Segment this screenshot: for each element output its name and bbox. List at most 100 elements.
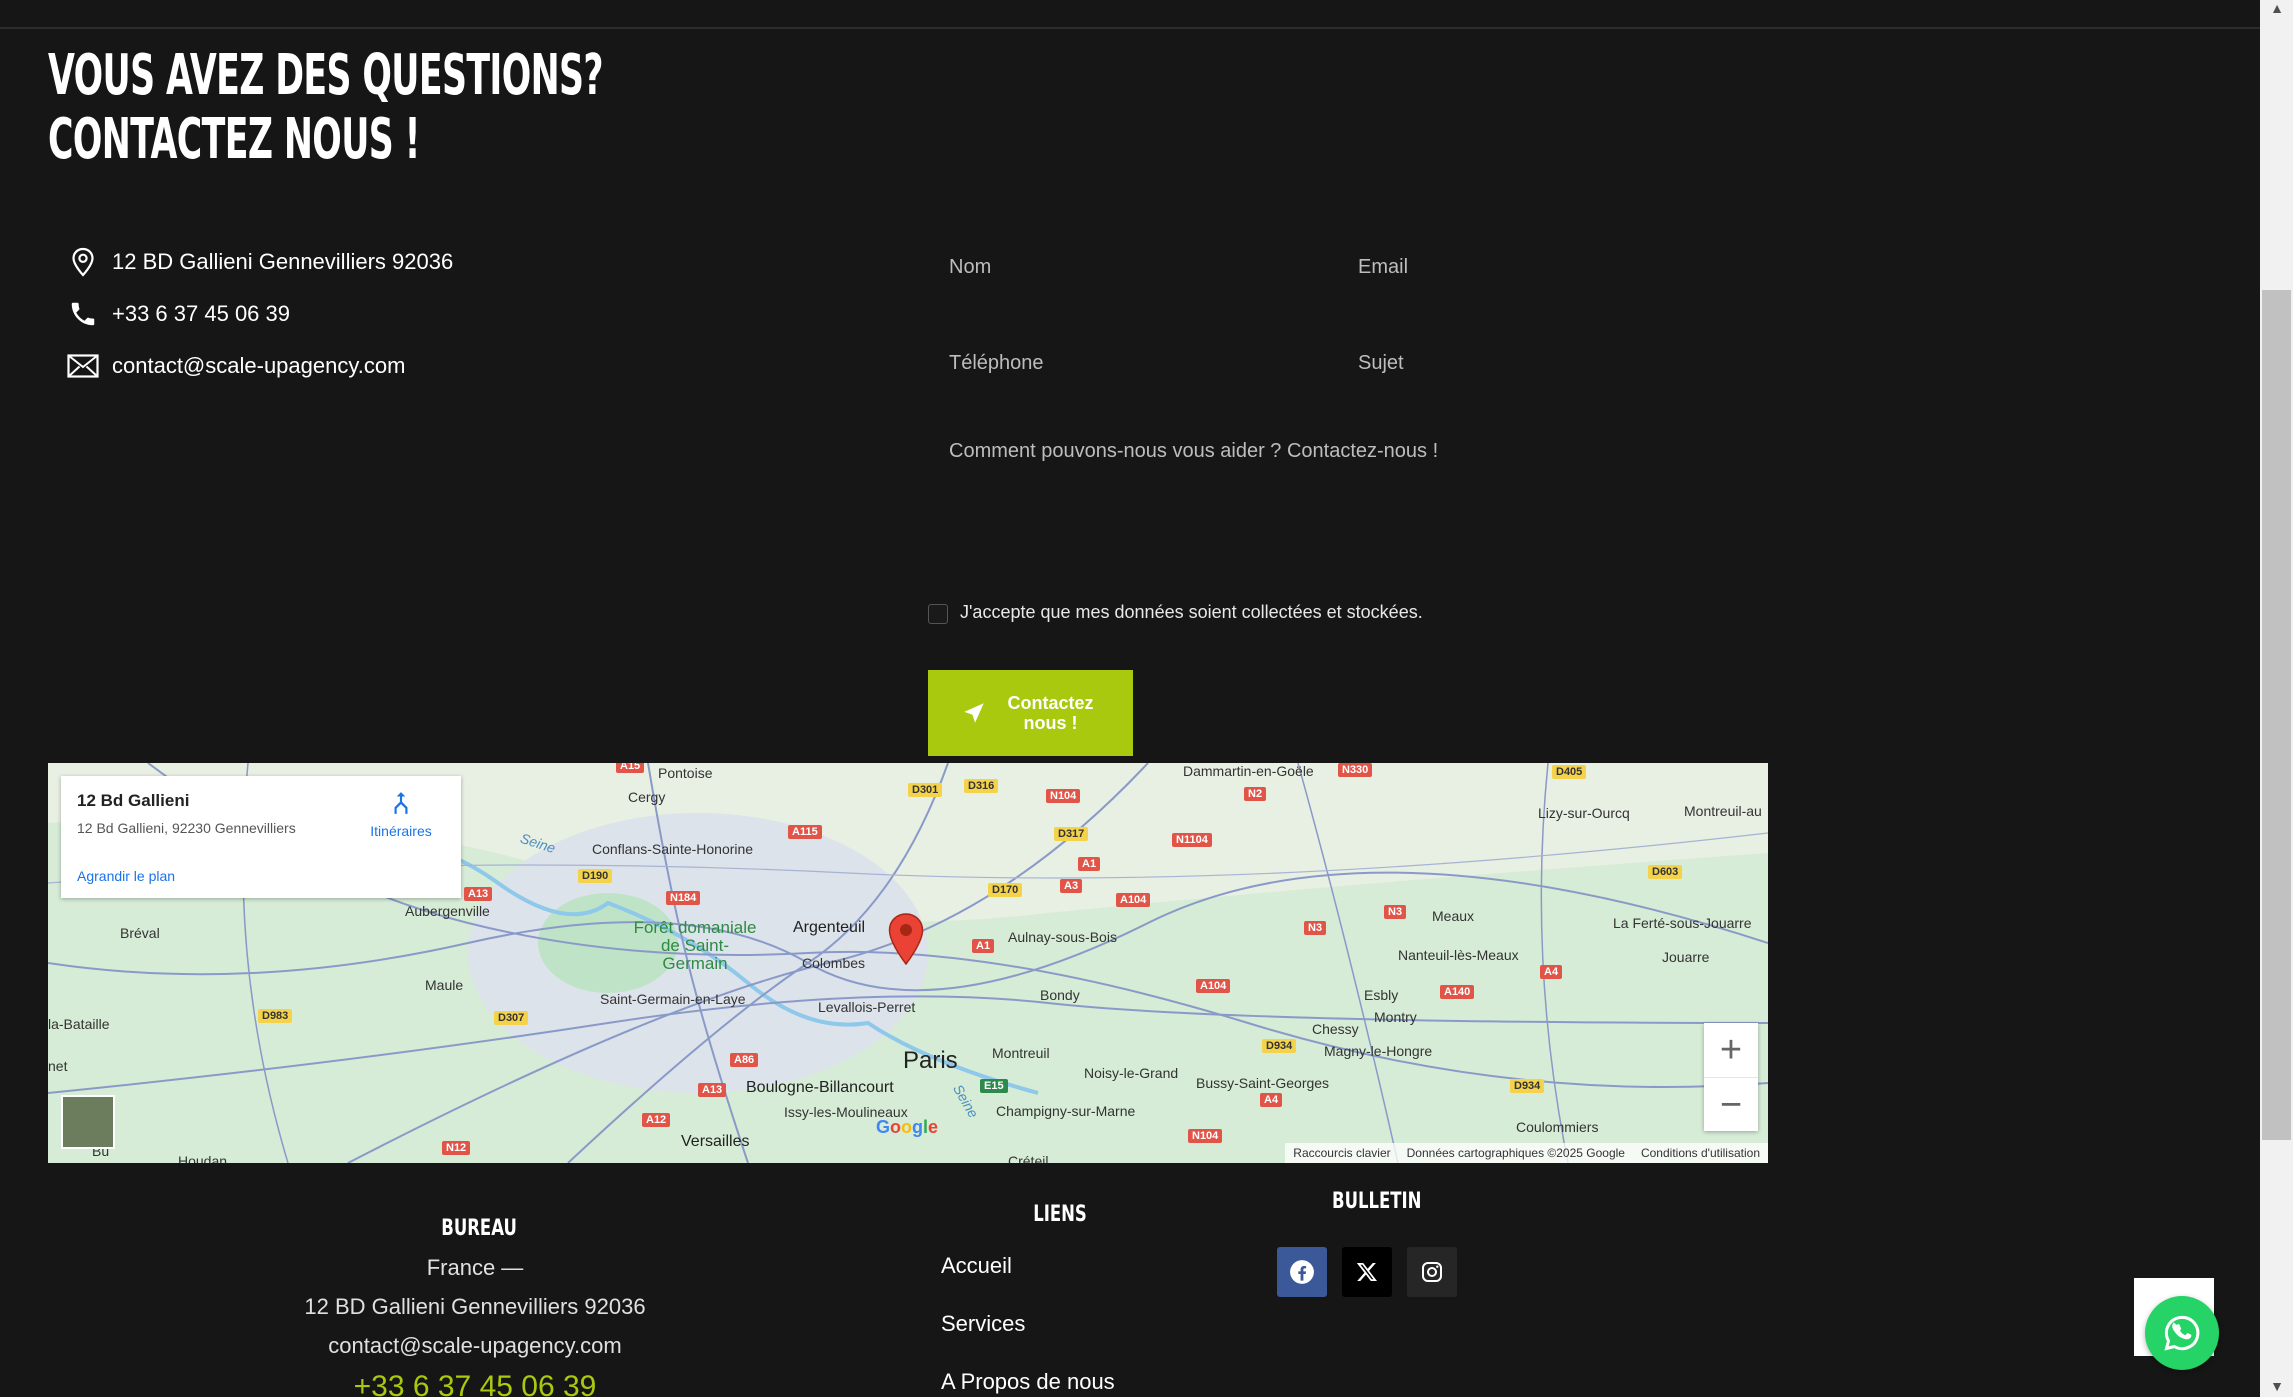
contact-phone-row[interactable]: +33 6 37 45 06 39 bbox=[66, 288, 453, 340]
place-label: Coulommiers bbox=[1516, 1119, 1599, 1135]
name-field[interactable]: Nom bbox=[949, 256, 991, 279]
road-sign: A115 bbox=[788, 825, 822, 839]
page-scrollbar[interactable]: ▲ ▼ bbox=[2260, 0, 2293, 1397]
contact-address: 12 BD Gallieni Gennevilliers 92036 bbox=[112, 249, 454, 274]
map-pin-marker[interactable] bbox=[888, 913, 924, 965]
place-label: Paris bbox=[903, 1047, 958, 1074]
road-sign: E15 bbox=[980, 1079, 1008, 1093]
road-sign: N104 bbox=[1188, 1129, 1223, 1143]
link-services[interactable]: Services bbox=[941, 1295, 1115, 1353]
whatsapp-button[interactable] bbox=[2145, 1296, 2219, 1370]
zoom-out-button[interactable]: − bbox=[1704, 1078, 1758, 1132]
road-sign: D934 bbox=[1262, 1039, 1297, 1053]
place-label: Aubergenville bbox=[405, 903, 490, 919]
place-label: Versailles bbox=[681, 1133, 750, 1150]
bureau-title: BUREAU bbox=[441, 1216, 517, 1241]
map-pin-icon bbox=[66, 245, 100, 279]
page-heading: VOUS AVEZ DES QUESTIONS? CONTACTEZ NOUS … bbox=[48, 43, 604, 172]
message-field[interactable]: Comment pouvons-nous vous aider ? Contac… bbox=[949, 440, 1438, 463]
liens-title: LIENS bbox=[1033, 1202, 1087, 1227]
whatsapp-icon bbox=[2164, 1315, 2200, 1351]
email-field[interactable]: Email bbox=[1358, 256, 1408, 279]
place-label: Champigny-sur-Marne bbox=[996, 1103, 1136, 1119]
map-footer: Raccourcis clavier Données cartographiqu… bbox=[1285, 1143, 1768, 1163]
link-a-propos[interactable]: A Propos de nous bbox=[941, 1353, 1115, 1397]
heading-line-2: CONTACTEZ NOUS ! bbox=[48, 107, 420, 172]
road-sign: A140 bbox=[1440, 985, 1475, 999]
bureau-email[interactable]: contact@scale-upagency.com bbox=[200, 1326, 750, 1365]
place-label: Jouarre bbox=[1662, 949, 1710, 965]
place-label: Bussy-Saint-Georges bbox=[1196, 1075, 1330, 1091]
zoom-in-button[interactable]: + bbox=[1704, 1023, 1758, 1077]
directions-button[interactable]: Itinéraires bbox=[356, 790, 446, 839]
road-sign: A104 bbox=[1116, 893, 1151, 907]
scrollbar-thumb[interactable] bbox=[2262, 290, 2291, 1140]
road-sign: N184 bbox=[666, 891, 701, 905]
contact-email-row[interactable]: contact@scale-upagency.com bbox=[66, 340, 453, 392]
road-sign: N104 bbox=[1046, 789, 1081, 803]
bureau-address: 12 BD Gallieni Gennevilliers 92036 bbox=[304, 1294, 646, 1319]
road-sign: N2 bbox=[1244, 787, 1267, 801]
place-label: Montreuil-au bbox=[1684, 803, 1762, 819]
instagram-button[interactable] bbox=[1407, 1247, 1457, 1297]
keyboard-shortcuts-link[interactable]: Raccourcis clavier bbox=[1293, 1146, 1390, 1160]
road-sign: D405 bbox=[1552, 765, 1587, 779]
enlarge-map-link[interactable]: Agrandir le plan bbox=[77, 868, 175, 884]
contact-info: 12 BD Gallieni Gennevilliers 92036 +33 6… bbox=[66, 236, 453, 392]
road-sign: A4 bbox=[1540, 965, 1563, 979]
send-arrow-icon bbox=[963, 703, 984, 723]
submit-label: Contactez nous ! bbox=[1007, 693, 1094, 733]
link-accueil[interactable]: Accueil bbox=[941, 1237, 1115, 1295]
place-label: La Ferté-sous-Jouarre bbox=[1613, 915, 1752, 931]
place-label: Créteil bbox=[1008, 1153, 1049, 1163]
place-label: Montry bbox=[1374, 1009, 1417, 1025]
scroll-down-arrow-icon[interactable]: ▼ bbox=[2270, 1378, 2284, 1394]
place-label: Dammartin-en-Goële bbox=[1183, 763, 1314, 779]
facebook-button[interactable] bbox=[1277, 1247, 1327, 1297]
road-sign: A104 bbox=[1196, 979, 1231, 993]
road-sign: N330 bbox=[1338, 763, 1373, 777]
heading-line-1: VOUS AVEZ DES QUESTIONS? bbox=[48, 43, 604, 108]
x-button[interactable] bbox=[1342, 1247, 1392, 1297]
place-label: Noisy-le-Grand bbox=[1084, 1065, 1179, 1081]
road-sign: A1 bbox=[1078, 857, 1101, 871]
road-sign: A13 bbox=[464, 887, 493, 901]
place-label: Montreuil bbox=[992, 1045, 1050, 1061]
place-label: Bréval bbox=[120, 925, 160, 941]
social-links bbox=[1277, 1247, 1457, 1297]
road-sign: D301 bbox=[908, 783, 943, 797]
road-sign: A3 bbox=[1060, 879, 1083, 893]
phone-icon bbox=[66, 297, 100, 331]
zoom-control: + − bbox=[1704, 1023, 1758, 1131]
road-sign: N1104 bbox=[1172, 833, 1212, 847]
road-sign: A15 bbox=[616, 763, 645, 773]
submit-button[interactable]: Contactez nous ! bbox=[928, 670, 1133, 756]
directions-icon bbox=[394, 792, 408, 814]
map-info-card: 12 Bd Gallieni 12 Bd Gallieni, 92230 Gen… bbox=[61, 776, 461, 898]
road-sign: D317 bbox=[1054, 827, 1089, 841]
road-sign: D934 bbox=[1510, 1079, 1545, 1093]
terms-link[interactable]: Conditions d'utilisation bbox=[1641, 1146, 1760, 1160]
directions-label: Itinéraires bbox=[370, 823, 432, 839]
bureau-phone[interactable]: +33 6 37 45 06 39 bbox=[200, 1365, 750, 1397]
bureau-details: France — 12 BD Gallieni Gennevilliers 92… bbox=[200, 1248, 750, 1397]
phone-field[interactable]: Téléphone bbox=[949, 352, 1044, 375]
consent-row: J'accepte que mes données soient collect… bbox=[928, 600, 1423, 624]
google-map[interactable]: 12 Bd Gallieni 12 Bd Gallieni, 92230 Gen… bbox=[48, 763, 1768, 1163]
footer-links: Accueil Services A Propos de nous bbox=[941, 1237, 1115, 1397]
place-label: Argenteuil bbox=[793, 919, 866, 936]
road-sign: N3 bbox=[1384, 905, 1407, 919]
road-sign: A12 bbox=[642, 1113, 671, 1127]
place-label: Maule bbox=[425, 977, 464, 993]
contact-phone[interactable]: +33 6 37 45 06 39 bbox=[112, 301, 290, 327]
satellite-toggle[interactable] bbox=[61, 1095, 115, 1149]
top-divider bbox=[0, 27, 2260, 29]
subject-field[interactable]: Sujet bbox=[1358, 352, 1404, 375]
map-card-title: 12 Bd Gallieni bbox=[77, 791, 190, 810]
instagram-icon bbox=[1422, 1262, 1442, 1282]
scroll-up-arrow-icon[interactable]: ▲ bbox=[2270, 0, 2284, 16]
consent-checkbox[interactable] bbox=[928, 604, 948, 624]
road-sign: D316 bbox=[964, 779, 999, 793]
road-sign: D983 bbox=[258, 1009, 293, 1023]
contact-email[interactable]: contact@scale-upagency.com bbox=[112, 353, 405, 379]
